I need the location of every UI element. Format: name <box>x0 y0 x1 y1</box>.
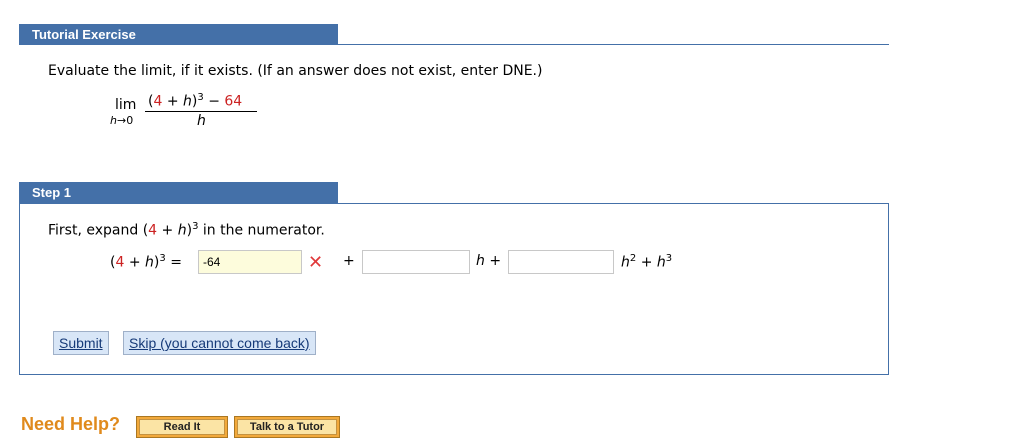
step-header: Step 1 <box>19 182 338 203</box>
exercise-header: Tutorial Exercise <box>19 24 338 45</box>
lim-label: lim <box>115 97 137 113</box>
coefficient-input-constant[interactable]: -64 <box>198 250 302 274</box>
need-help-label: Need Help? <box>21 414 121 434</box>
submit-button[interactable]: Submit <box>53 331 109 355</box>
fraction-numerator: (4 + h)3 − 64 <box>148 92 243 110</box>
fraction-denominator: h <box>197 113 206 129</box>
coefficient-input-h[interactable] <box>362 250 470 274</box>
h-term-label: h + <box>476 253 502 269</box>
skip-button[interactable]: Skip (you cannot come back) <box>123 331 316 355</box>
equation-lhs: (4 + h)3 = <box>110 253 182 271</box>
h-powers-label: h2 + h3 <box>621 253 673 271</box>
problem-instruction: Evaluate the limit, if it exists. (If an… <box>48 63 543 79</box>
fraction-bar <box>145 111 257 112</box>
plus-sign: + <box>343 253 355 269</box>
incorrect-x-icon: ✕ <box>308 252 324 273</box>
exercise-header-rule <box>19 44 889 45</box>
lim-subscript: h→0 <box>110 114 134 127</box>
read-it-button[interactable]: Read It <box>136 416 228 438</box>
step-instruction: First, expand (4 + h)3 in the numerator. <box>48 221 325 239</box>
coefficient-input-h2[interactable] <box>508 250 614 274</box>
talk-to-tutor-button[interactable]: Talk to a Tutor <box>234 416 340 438</box>
